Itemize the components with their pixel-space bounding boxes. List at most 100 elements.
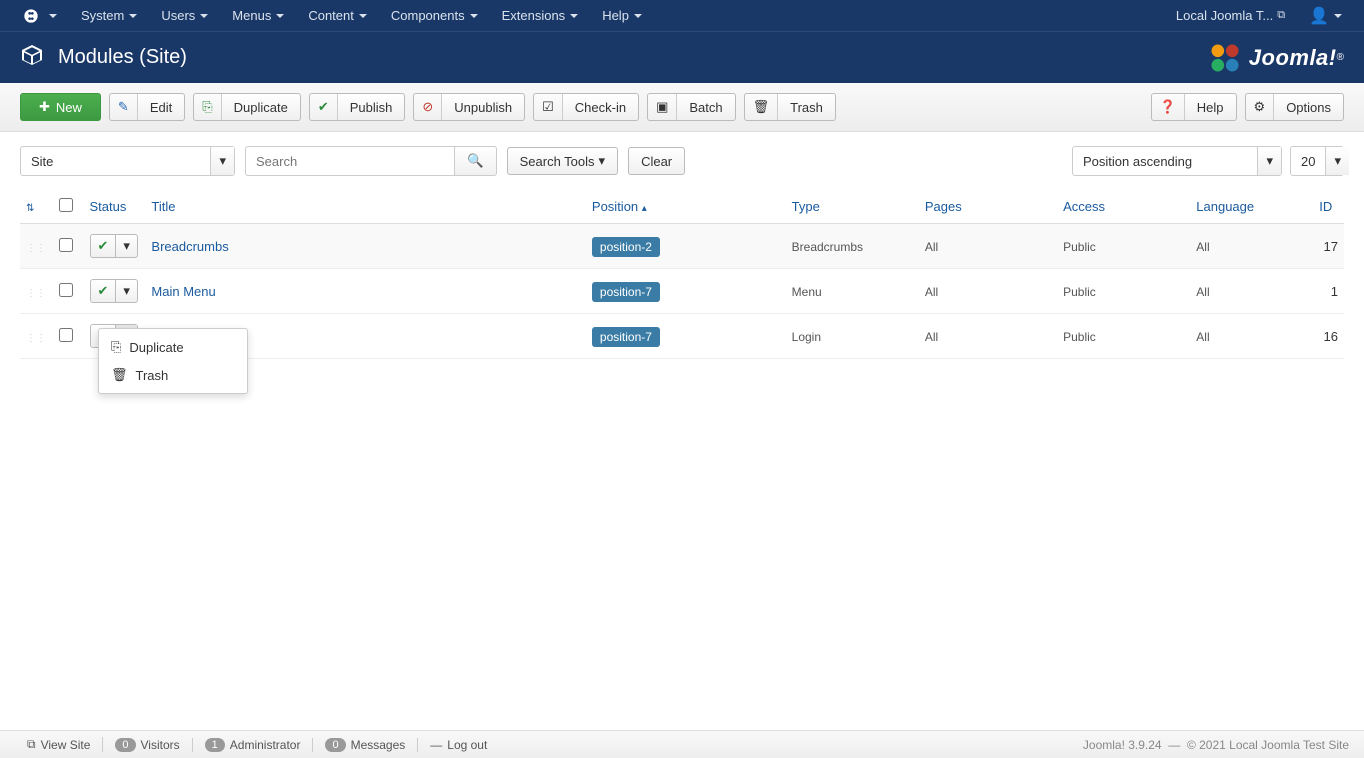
cancel-icon: ⊘ (414, 94, 442, 120)
nav-help-label: Help (602, 8, 629, 23)
unpublish-button[interactable]: ⊘Unpublish (413, 93, 525, 121)
col-language[interactable]: Language (1196, 199, 1254, 214)
page-title: Modules (Site) (58, 46, 187, 69)
sort-select-value: Position ascending (1073, 147, 1257, 175)
visitors-count-badge: 0 (115, 738, 135, 752)
nav-content-label: Content (308, 8, 354, 23)
module-title-link[interactable]: Breadcrumbs (151, 239, 228, 254)
footer-visitors[interactable]: 0 Visitors (103, 738, 192, 752)
batch-button[interactable]: ▣Batch (647, 93, 736, 121)
sort-select[interactable]: Position ascending ▾ (1072, 146, 1282, 176)
trash-icon: 🗑 (745, 94, 779, 120)
search-tools-button[interactable]: Search Tools ▾ (507, 147, 618, 175)
col-title[interactable]: Title (151, 199, 175, 214)
module-title-link[interactable]: Main Menu (151, 284, 215, 299)
drag-handle-icon[interactable]: ⋮⋮ (26, 288, 46, 299)
pages-text: All (925, 240, 938, 254)
nav-menus[interactable]: Menus (220, 0, 296, 31)
search-tools-label: Search Tools (520, 154, 595, 169)
trash-icon: 🗑 (111, 367, 128, 383)
clear-button[interactable]: Clear (628, 147, 685, 175)
nav-components-label: Components (391, 8, 465, 23)
copy-icon: ⎘ (111, 339, 121, 355)
joomla-brand-icon[interactable] (10, 0, 69, 31)
filter-right: Position ascending ▾ 20 ▾ (1072, 146, 1344, 176)
footer-version: Joomla! 3.9.24 (1083, 738, 1162, 752)
pages-text: All (925, 330, 938, 344)
nav-help[interactable]: Help (590, 0, 654, 31)
admin-count-badge: 1 (205, 738, 225, 752)
edit-button[interactable]: ✎Edit (109, 93, 185, 121)
language-text: All (1196, 285, 1209, 299)
cube-icon (20, 43, 44, 73)
nav-content[interactable]: Content (296, 0, 379, 31)
nav-user-menu[interactable]: 👤 (1297, 0, 1354, 31)
nav-components[interactable]: Components (379, 0, 490, 31)
drag-handle-icon[interactable]: ⋮⋮ (26, 333, 46, 344)
type-text: Login (792, 330, 821, 344)
nav-extensions[interactable]: Extensions (490, 0, 591, 31)
edit-icon: ✎ (110, 94, 138, 120)
footer-messages[interactable]: 0 Messages (313, 738, 418, 752)
chevron-down-icon: ▾ (210, 147, 234, 175)
id-text: 1 (1331, 284, 1338, 299)
dropdown-duplicate[interactable]: ⎘ Duplicate (99, 333, 247, 361)
sort-asc-icon: ▴ (642, 203, 647, 214)
topnav-left: System Users Menus Content Components Ex… (10, 0, 1164, 31)
dropdown-trash[interactable]: 🗑 Trash (99, 361, 247, 389)
col-sort[interactable]: ⇅ (20, 190, 53, 224)
search-input[interactable] (245, 146, 455, 176)
status-dropdown: ⎘ Duplicate 🗑 Trash (98, 328, 248, 394)
help-button[interactable]: ❓Help (1151, 93, 1237, 121)
col-id[interactable]: ID (1319, 199, 1332, 214)
nav-system[interactable]: System (69, 0, 149, 31)
checkbox-icon: ☑ (534, 94, 563, 120)
search-icon: 🔍 (467, 153, 484, 168)
help-button-label: Help (1185, 100, 1236, 115)
select-all-checkbox[interactable] (59, 198, 73, 212)
access-text: Public (1063, 285, 1096, 299)
nav-users[interactable]: Users (149, 0, 220, 31)
footer-admin-label: Administrator (230, 738, 301, 752)
chevron-down-icon (129, 14, 137, 18)
dropdown-duplicate-label: Duplicate (129, 340, 183, 355)
help-icon: ❓ (1152, 94, 1185, 120)
position-badge: position-7 (592, 282, 660, 302)
nav-system-label: System (81, 8, 124, 23)
search-button[interactable]: 🔍 (455, 146, 497, 176)
user-icon: 👤 (1309, 6, 1329, 26)
toolbar-right: ❓Help ⚙Options (1151, 93, 1344, 121)
row-checkbox[interactable] (59, 238, 73, 252)
publish-button[interactable]: ✔Publish (309, 93, 406, 121)
joomla-logo-text: Joomla! (1249, 45, 1337, 71)
drag-handle-icon[interactable]: ⋮⋮ (26, 243, 46, 254)
status-toggle[interactable]: ✔ ▾ (90, 234, 138, 258)
chevron-down-icon (634, 14, 642, 18)
status-toggle[interactable]: ✔ ▾ (90, 279, 138, 303)
row-checkbox[interactable] (59, 328, 73, 342)
chevron-down-icon (570, 14, 578, 18)
chevron-down-icon (359, 14, 367, 18)
footer-admins[interactable]: 1 Administrator (193, 738, 314, 752)
nav-site-link[interactable]: Local Joomla T... ⧉ (1164, 0, 1297, 31)
footer-logout[interactable]: — Log out (418, 738, 499, 752)
col-status[interactable]: Status (90, 199, 127, 214)
id-text: 17 (1324, 239, 1338, 254)
limit-select[interactable]: 20 ▾ (1290, 146, 1344, 176)
new-button[interactable]: ✚ New (20, 93, 101, 121)
checkin-button-label: Check-in (563, 100, 638, 115)
row-checkbox[interactable] (59, 283, 73, 297)
checkin-button[interactable]: ☑Check-in (533, 93, 639, 121)
client-select[interactable]: Site ▾ (20, 146, 235, 176)
published-icon: ✔ (91, 280, 117, 302)
col-type[interactable]: Type (792, 199, 820, 214)
trash-button[interactable]: 🗑Trash (744, 93, 836, 121)
duplicate-button[interactable]: ⎘Duplicate (193, 93, 301, 121)
batch-icon: ▣ (648, 94, 677, 120)
col-pages[interactable]: Pages (925, 199, 962, 214)
col-access[interactable]: Access (1063, 199, 1105, 214)
options-button[interactable]: ⚙Options (1245, 93, 1344, 121)
footer-view-site[interactable]: ⧉ View Site (15, 737, 103, 752)
col-position[interactable]: Position ▴ (592, 199, 647, 214)
filter-bar: Site ▾ 🔍 Search Tools ▾ Clear Position a… (0, 132, 1364, 190)
